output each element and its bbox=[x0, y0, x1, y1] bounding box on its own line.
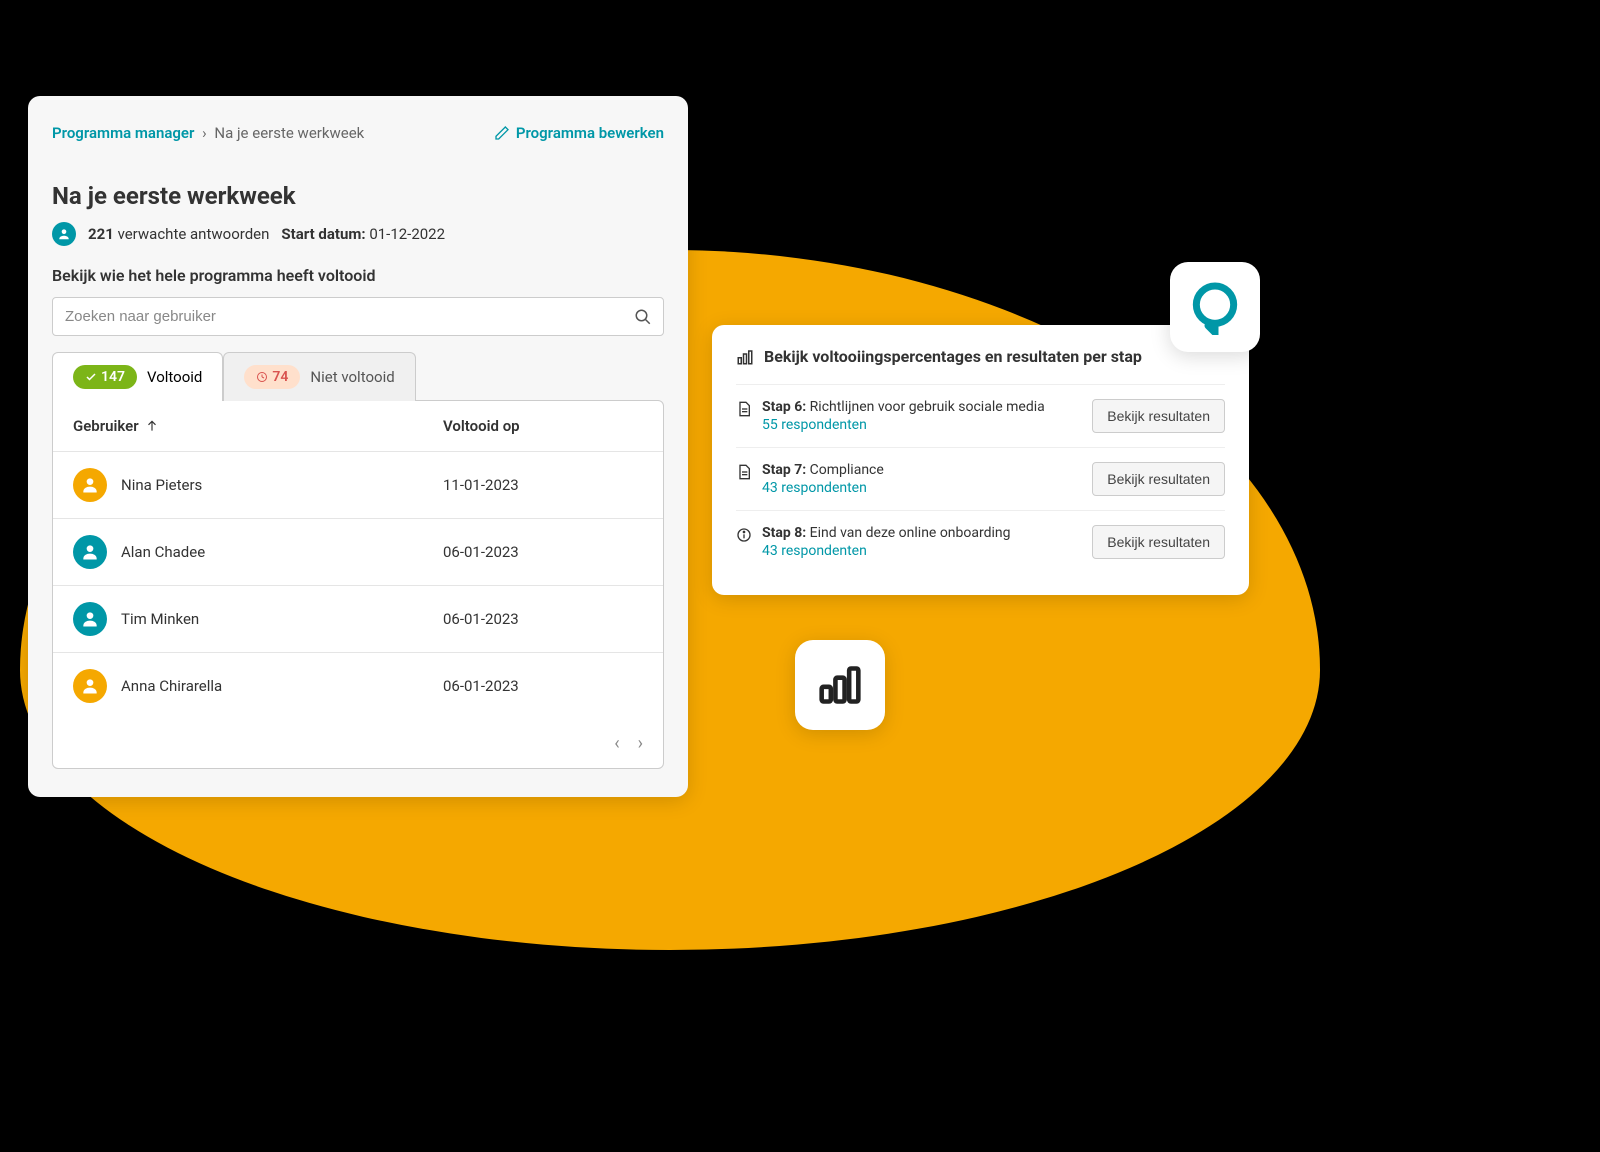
user-name: Anna Chirarella bbox=[121, 677, 222, 695]
start-date: Start datum: 01-12-2022 bbox=[281, 225, 445, 243]
section-subtitle: Bekijk wie het hele programma heeft volt… bbox=[52, 266, 664, 285]
expected-responses: 221 verwachte antwoorden bbox=[88, 225, 269, 243]
col-user-header[interactable]: Gebruiker bbox=[73, 417, 443, 435]
completed-badge: 147 bbox=[73, 365, 137, 389]
completed-label: Voltooid bbox=[147, 368, 202, 386]
brand-logo-icon bbox=[1187, 279, 1243, 335]
step-row: Stap 6: Richtlijnen voor gebruik sociale… bbox=[736, 384, 1225, 447]
page-title: Na je eerste werkweek bbox=[52, 182, 664, 210]
step-respondents: 55 respondenten bbox=[762, 417, 1045, 433]
bar-chart-icon bbox=[818, 663, 862, 707]
table-row[interactable]: Nina Pieters 11-01-2023 bbox=[53, 452, 663, 519]
user-name: Nina Pieters bbox=[121, 476, 202, 494]
results-panel: Bekijk voltooiingspercentages en resulta… bbox=[712, 325, 1249, 595]
step-row: Stap 8: Eind van deze online onboarding … bbox=[736, 510, 1225, 573]
col-user-label: Gebruiker bbox=[73, 417, 139, 435]
view-results-button[interactable]: Bekijk resultaten bbox=[1092, 399, 1225, 433]
not-completed-count: 74 bbox=[272, 369, 288, 385]
pencil-icon bbox=[494, 125, 510, 141]
meta-row: 221 verwachte antwoorden Start datum: 01… bbox=[52, 222, 664, 246]
user-cell: Alan Chadee bbox=[73, 535, 443, 569]
edit-program-link[interactable]: Programma bewerken bbox=[494, 124, 664, 142]
table-row[interactable]: Alan Chadee 06-01-2023 bbox=[53, 519, 663, 586]
search-wrap bbox=[52, 297, 664, 336]
col-date-header: Voltooid op bbox=[443, 417, 643, 435]
step-left: Stap 8: Eind van deze online onboarding … bbox=[736, 525, 1092, 559]
avatar bbox=[73, 535, 107, 569]
chevron-right-icon: › bbox=[202, 124, 207, 142]
breadcrumb: Programma manager › Na je eerste werkwee… bbox=[52, 124, 364, 142]
step-left: Stap 7: Compliance 43 respondenten bbox=[736, 462, 1092, 496]
completed-date: 06-01-2023 bbox=[443, 677, 643, 695]
view-results-button[interactable]: Bekijk resultaten bbox=[1092, 462, 1225, 496]
search-input[interactable] bbox=[52, 297, 664, 336]
expected-label: verwachte antwoorden bbox=[118, 225, 270, 243]
step-title: Stap 6: Richtlijnen voor gebruik sociale… bbox=[762, 399, 1045, 415]
start-date-value: 01-12-2022 bbox=[369, 225, 445, 243]
not-completed-label: Niet voltooid bbox=[310, 368, 394, 386]
view-results-button[interactable]: Bekijk resultaten bbox=[1092, 525, 1225, 559]
next-page-button[interactable]: › bbox=[638, 733, 643, 754]
breadcrumb-row: Programma manager › Na je eerste werkwee… bbox=[52, 124, 664, 142]
table-header: Gebruiker Voltooid op bbox=[53, 401, 663, 452]
user-table: Gebruiker Voltooid op Nina Pieters 11-01… bbox=[52, 400, 664, 769]
completed-date: 11-01-2023 bbox=[443, 476, 643, 494]
sort-asc-icon bbox=[145, 419, 159, 433]
step-title: Stap 7: Compliance bbox=[762, 462, 884, 478]
users-icon bbox=[52, 222, 76, 246]
user-name: Alan Chadee bbox=[121, 543, 205, 561]
step-row: Stap 7: Compliance 43 respondenten Bekij… bbox=[736, 447, 1225, 510]
edit-program-label: Programma bewerken bbox=[516, 124, 664, 142]
bar-chart-icon bbox=[736, 348, 754, 366]
document-icon bbox=[736, 464, 752, 480]
completed-date: 06-01-2023 bbox=[443, 610, 643, 628]
start-date-label: Start datum: bbox=[281, 225, 365, 243]
avatar bbox=[73, 468, 107, 502]
step-left: Stap 6: Richtlijnen voor gebruik sociale… bbox=[736, 399, 1092, 433]
pagination: ‹ › bbox=[53, 719, 663, 768]
prev-page-button[interactable]: ‹ bbox=[614, 733, 619, 754]
breadcrumb-current: Na je eerste werkweek bbox=[214, 124, 364, 142]
program-panel: Programma manager › Na je eerste werkwee… bbox=[28, 96, 688, 797]
brand-logo-card bbox=[1170, 262, 1260, 352]
info-icon bbox=[736, 527, 752, 543]
table-row[interactable]: Anna Chirarella 06-01-2023 bbox=[53, 653, 663, 719]
tab-completed[interactable]: 147 Voltooid bbox=[52, 352, 223, 401]
user-name: Tim Minken bbox=[121, 610, 199, 628]
step-respondents: 43 respondenten bbox=[762, 480, 884, 496]
user-cell: Anna Chirarella bbox=[73, 669, 443, 703]
breadcrumb-root[interactable]: Programma manager bbox=[52, 124, 194, 142]
results-header-text: Bekijk voltooiingspercentages en resulta… bbox=[764, 347, 1142, 366]
expected-count: 221 bbox=[88, 225, 114, 243]
user-cell: Tim Minken bbox=[73, 602, 443, 636]
search-icon bbox=[634, 308, 652, 326]
tabs: 147 Voltooid 74 Niet voltooid bbox=[52, 352, 664, 401]
results-header: Bekijk voltooiingspercentages en resulta… bbox=[736, 347, 1225, 366]
avatar bbox=[73, 602, 107, 636]
step-title: Stap 8: Eind van deze online onboarding bbox=[762, 525, 1011, 541]
chart-icon-card bbox=[795, 640, 885, 730]
step-respondents: 43 respondenten bbox=[762, 543, 1011, 559]
avatar bbox=[73, 669, 107, 703]
table-row[interactable]: Tim Minken 06-01-2023 bbox=[53, 586, 663, 653]
completed-count: 147 bbox=[101, 369, 125, 385]
document-icon bbox=[736, 401, 752, 417]
tab-not-completed[interactable]: 74 Niet voltooid bbox=[223, 352, 415, 401]
not-completed-badge: 74 bbox=[244, 365, 300, 389]
completed-date: 06-01-2023 bbox=[443, 543, 643, 561]
user-cell: Nina Pieters bbox=[73, 468, 443, 502]
